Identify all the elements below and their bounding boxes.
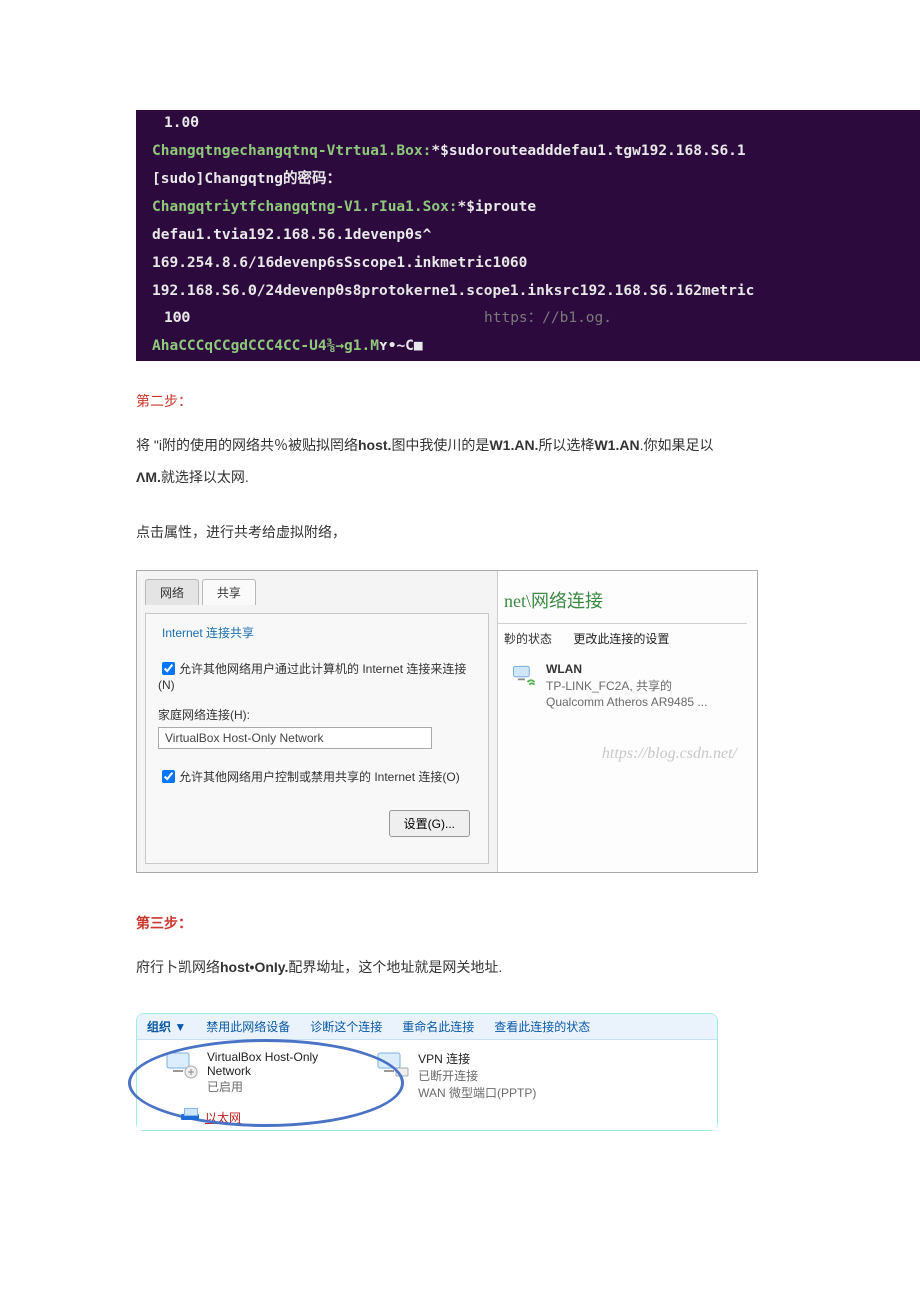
term-line: [sudo]Changqtng的密码： (136, 166, 920, 194)
tab-network[interactable]: 网络 (145, 579, 199, 605)
net-toolbar: 组织 ▼ 禁用此网络设备 诊断这个连接 重命名此连接 查看此连接的状态 (137, 1014, 717, 1040)
highlight-circle (128, 1039, 404, 1127)
term-line: 192.168.S6.Θ/24deve∩pθs8protokerne1.scop… (136, 278, 920, 306)
term-line: defau1.tvia192.168.56.1devenpθs^ (136, 222, 920, 250)
tab-share[interactable]: 共享 (202, 579, 256, 605)
fieldset-legend: Internet 连接共享 (158, 624, 258, 641)
net-connections-figure: 组织 ▼ 禁用此网络设备 诊断这个连接 重命名此连接 查看此连接的状态 Virt… (136, 1013, 784, 1131)
allow-control-checkbox[interactable]: 允许其他网络用户控制或禁用共享的 Internet 连接(O) (158, 767, 476, 786)
term-line: 169.254.8.6/16devenp6sSscope1.inkmetric1… (136, 250, 920, 278)
checkbox-icon[interactable] (162, 662, 175, 675)
term-line: 1.0θ (136, 110, 920, 138)
terminal-block: 1.0θ Changqtngechangqtnq-Vtrtua1.Box:*$s… (136, 110, 920, 361)
term-line: Changqtngechangqtnq-Vtrtua1.Box:*$sudoro… (136, 138, 920, 166)
organize-menu[interactable]: 组织 ▼ (147, 1018, 186, 1035)
allow-connect-checkbox[interactable]: 允许其他网络用户通过此计算机的 Internet 连接来连接(N) (158, 659, 476, 692)
checkbox-icon[interactable] (162, 770, 175, 783)
change-settings-link[interactable]: 更改此连接的设置 (573, 632, 669, 646)
step2-heading: 第二步： (136, 391, 784, 411)
right-title: net\网络连接 (498, 581, 747, 623)
watermark: https://blog.csdn.net/ (498, 719, 747, 771)
step3-para1: 府行卜凯网络host•OnIy.配界坳址，这个地址就是网关地址. (136, 951, 784, 983)
term-line: Changqtriytfchangqtng-V1.rIua1.Sox:*$ipr… (136, 194, 920, 222)
computer-icon (181, 1114, 199, 1120)
dialog-left: 网络 共享 Internet 连接共享 允许其他网络用户通过此计算机的 Inte… (137, 571, 498, 872)
home-network-select[interactable]: VirtualBox Host-Only Network (158, 727, 432, 749)
wlan-item[interactable]: WLAN TP-LINK_FC2A, 共享的 Qualcomm Atheros … (498, 653, 747, 719)
wlan-icon (510, 661, 538, 689)
step3-heading: 第三步： (136, 913, 784, 933)
term-line: 1ΘΘhttps：//b1.og. (136, 305, 920, 333)
diagnose-link[interactable]: 诊断这个连接 (310, 1018, 382, 1035)
disable-device-link[interactable]: 禁用此网络设备 (206, 1018, 290, 1035)
term-line: AhaCCCqCCgdCCC4CC-U4⅜→g1.Mʏ•~C■ (136, 333, 920, 361)
view-status-link[interactable]: 查看此连接的状态 (494, 1018, 590, 1035)
rename-link[interactable]: 重命名此连接 (402, 1018, 474, 1035)
step2-para2: 点击属性，进行共考给虚拟附络， (136, 516, 784, 548)
share-dialog: 网络 共享 Internet 连接共享 允许其他网络用户通过此计算机的 Inte… (136, 570, 758, 873)
dialog-right: net\网络连接 䩖的状态 更改此连接的设置 WLAN TP-LINK_FC2A… (498, 571, 757, 872)
settings-button[interactable]: 设置(G)... (389, 810, 470, 837)
step2-para1: 将 "i附的使用的网络共％被贴拟罔络host.图中我使川的是W1.AN.所以选栙… (136, 429, 784, 493)
home-network-label: 家庭网络连接(H): (158, 706, 476, 723)
right-toolbar: 䩖的状态 更改此连接的设置 (498, 623, 747, 653)
